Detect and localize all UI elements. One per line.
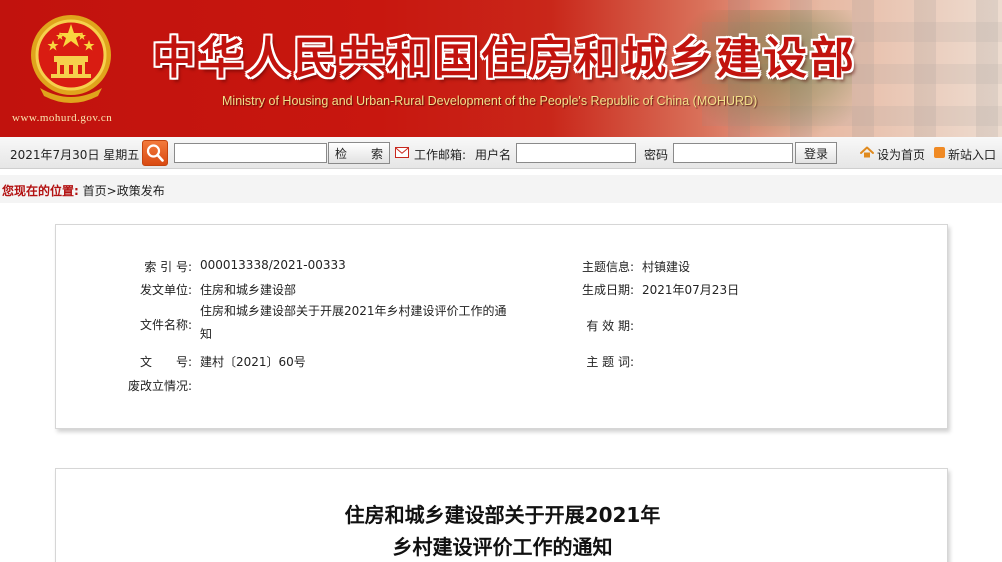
issuer-value: 住房和城乡建设部 [200,283,297,297]
password-label: 密码 [644,148,669,162]
new-site-link[interactable]: 新站入口 [948,146,996,163]
article-panel: 住房和城乡建设部关于开展2021年 乡村建设评价工作的通知 [55,468,948,562]
date-value: 2021年07月23日 [642,283,740,297]
doc-name-label: 文件名称: [139,318,192,332]
site-url: www.mohurd.gov.cn [12,112,113,124]
breadcrumb-current[interactable]: 政策发布 [117,184,165,198]
set-homepage-link[interactable]: 设为首页 [877,146,925,163]
breadcrumb-lead: 您现在的位置: [2,184,79,198]
username-input[interactable] [516,143,636,163]
search-button[interactable]: 检 索 [328,142,390,164]
national-emblem-icon[interactable] [26,10,116,110]
breadcrumb-separator: > [106,184,117,198]
issuer-label: 发文单位: [139,283,192,297]
article-title: 住房和城乡建设部关于开展2021年 乡村建设评价工作的通知 [56,499,949,562]
breadcrumb: 您现在的位置: 首页>政策发布 [0,175,1002,203]
article-title-line-2: 乡村建设评价工作的通知 [392,535,613,559]
keywords-label: 主 题 词: [586,355,634,369]
article-title-line-1: 住房和城乡建设部关于开展2021年 [344,503,661,527]
top-toolbar: 2021年7月30日 星期五 检 索 工作邮箱: 用户名 密码 登录 设为首页 … [0,137,1002,169]
date-label: 生成日期: [581,283,634,297]
username-label: 用户名 [475,148,512,162]
doc-no-value: 建村〔2021〕60号 [200,355,306,369]
mail-icon [395,147,409,158]
validity-label: 有 效 期: [586,319,634,333]
status-label: 废改立情况: [127,379,192,393]
password-input[interactable] [673,143,793,163]
topic-value: 村镇建设 [642,260,691,274]
index-no-value: 000013338/2021-00333 [200,258,346,272]
site-subtitle: Ministry of Housing and Urban-Rural Deve… [222,94,758,108]
site-banner: www.mohurd.gov.cn 中华人民共和国住房和城乡建设部 Minist… [0,0,1002,137]
login-button[interactable]: 登录 [795,142,837,164]
document-info-panel: 索 引 号: 000013338/2021-00333 主题信息: 村镇建设 发… [55,224,948,429]
search-input[interactable] [174,143,327,163]
rss-icon [934,147,945,158]
breadcrumb-home[interactable]: 首页 [83,184,107,198]
search-icon[interactable] [142,140,168,166]
topic-label: 主题信息: [581,260,634,274]
doc-no-label: 文 号: [139,355,192,369]
site-title: 中华人民共和国住房和城乡建设部 [152,33,857,84]
home-icon [860,146,874,158]
doc-name-value: 住房和城乡建设部关于开展2021年乡村建设评价工作的通知 [200,304,507,341]
index-no-label: 索 引 号: [144,260,192,274]
current-date: 2021年7月30日 星期五 [10,148,140,162]
info-row-doc-name: 文件名称: 住房和城乡建设部关于开展2021年乡村建设评价工作的通知 [56,300,536,346]
mail-label: 工作邮箱: [414,148,467,162]
